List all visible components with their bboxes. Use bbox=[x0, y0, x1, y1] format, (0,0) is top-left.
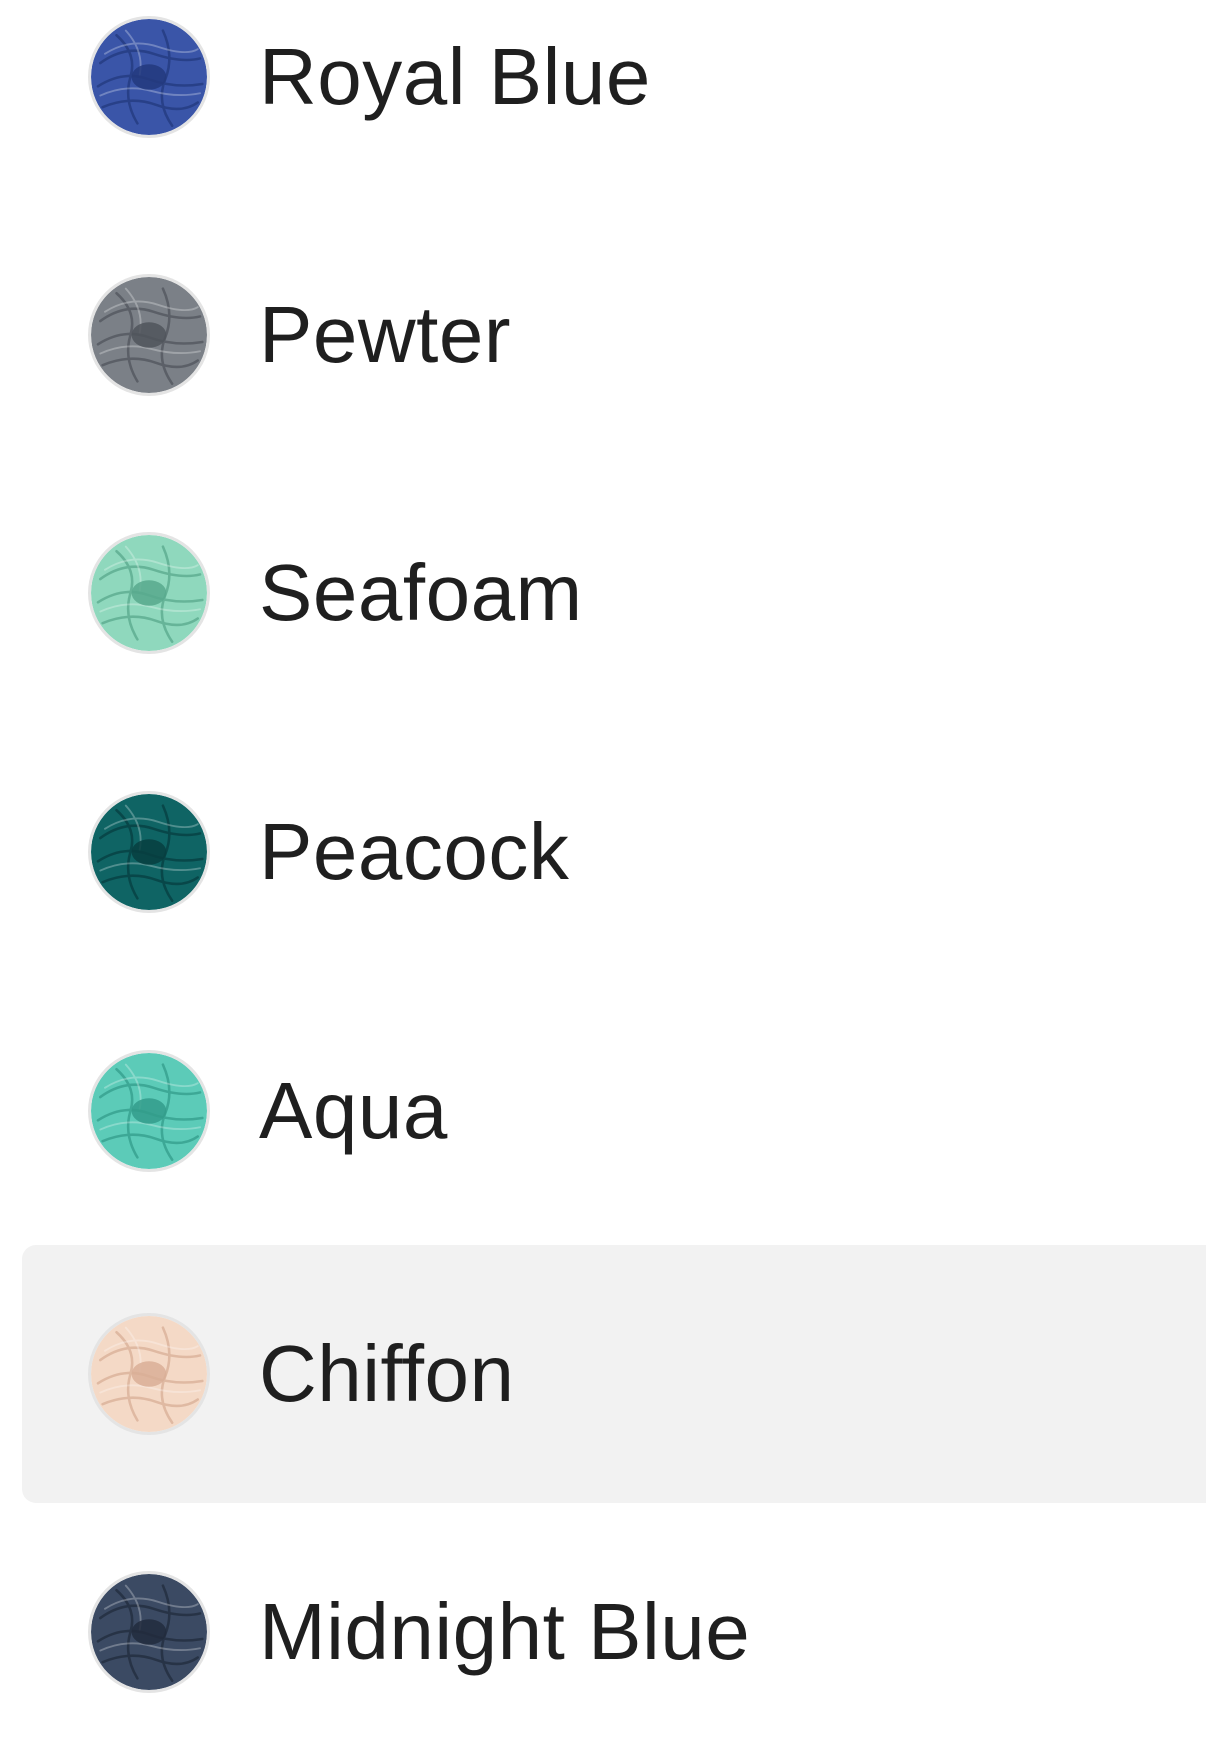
color-option-seafoam[interactable]: Seafoam bbox=[22, 464, 1206, 722]
yarn-ball-icon bbox=[91, 19, 207, 135]
yarn-ball-icon bbox=[91, 1316, 207, 1432]
color-option-label: Seafoam bbox=[259, 548, 583, 637]
yarn-ball-icon bbox=[91, 1574, 207, 1690]
color-option-label: Aqua bbox=[259, 1066, 448, 1155]
color-option-pewter[interactable]: Pewter bbox=[22, 206, 1206, 464]
color-option-list: Royal Blue Pewter Seafoam Peacock Aqua C… bbox=[0, 0, 1206, 1763]
color-option-label: Chiffon bbox=[259, 1329, 515, 1418]
color-option-midnight-blue[interactable]: Midnight Blue bbox=[22, 1503, 1206, 1761]
yarn-ball-icon bbox=[91, 535, 207, 651]
color-option-label: Pewter bbox=[259, 290, 511, 379]
color-option-label: Midnight Blue bbox=[259, 1587, 751, 1676]
color-option-chiffon[interactable]: Chiffon bbox=[22, 1245, 1206, 1503]
yarn-ball-icon bbox=[91, 794, 207, 910]
color-option-label: Peacock bbox=[259, 807, 570, 896]
color-option-peacock[interactable]: Peacock bbox=[22, 723, 1206, 981]
color-option-label: Royal Blue bbox=[259, 32, 651, 121]
yarn-ball-icon bbox=[91, 277, 207, 393]
yarn-ball-icon bbox=[91, 1053, 207, 1169]
color-option-aqua[interactable]: Aqua bbox=[22, 982, 1206, 1240]
color-option-royal-blue[interactable]: Royal Blue bbox=[22, 0, 1206, 206]
